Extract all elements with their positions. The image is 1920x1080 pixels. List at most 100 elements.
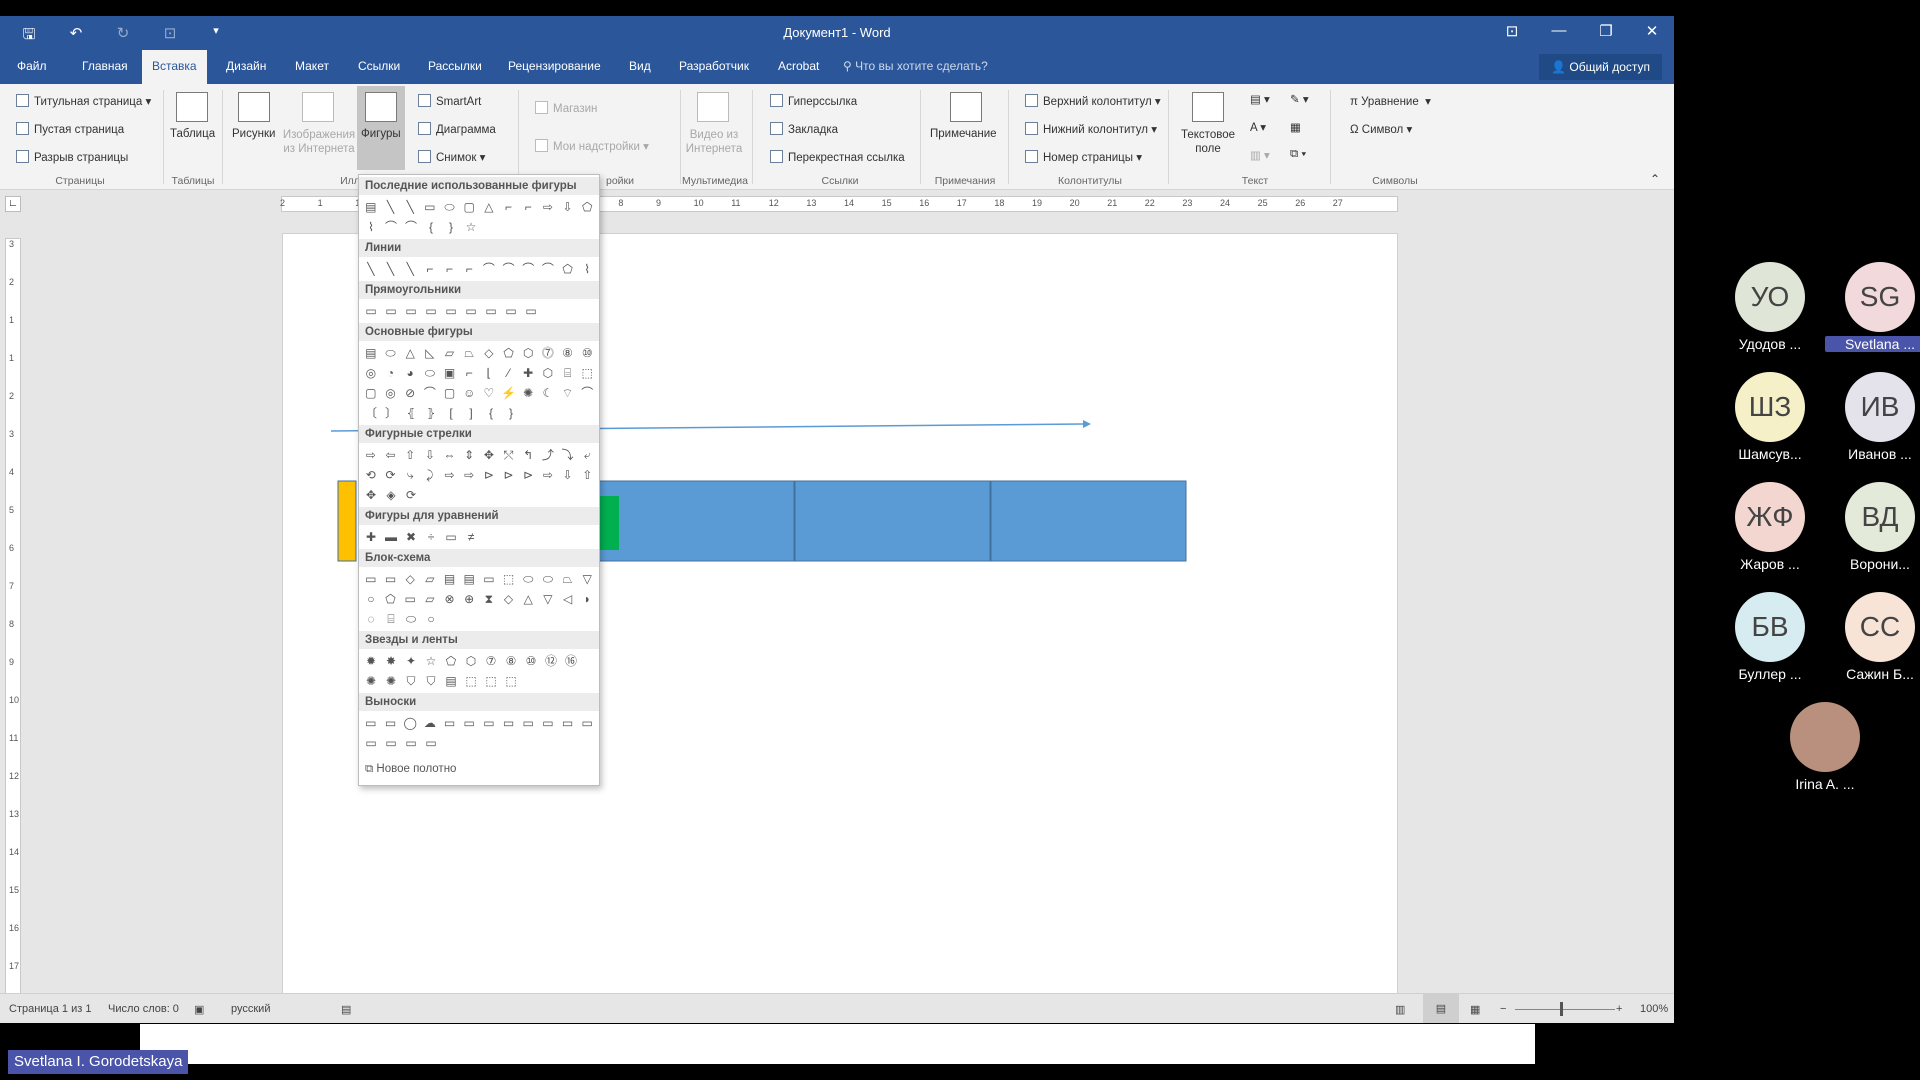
shape-option[interactable]: ✚ xyxy=(361,527,381,547)
shape-option[interactable]: ⌐ xyxy=(499,197,519,217)
tab-design[interactable]: Дизайн xyxy=(216,50,276,84)
smartart-button[interactable]: SmartArt xyxy=(418,94,481,108)
shape-option[interactable]: ⇨ xyxy=(459,465,479,485)
signature-line-icon[interactable]: ✎ ▾ xyxy=(1290,92,1309,106)
shape-option[interactable]: ▭ xyxy=(558,713,578,733)
shape-option[interactable]: ◔ xyxy=(381,363,401,383)
shape-option[interactable]: ▭ xyxy=(381,713,401,733)
date-time-icon[interactable]: ▦ xyxy=(1290,120,1301,134)
shape-option[interactable]: ◇ xyxy=(499,589,519,609)
shape-option[interactable]: ▤ xyxy=(459,569,479,589)
shape-option[interactable]: ⬠ xyxy=(441,651,461,671)
shape-option[interactable]: ✖ xyxy=(401,527,421,547)
shape-option[interactable]: ⌐ xyxy=(440,259,460,279)
shape-option[interactable]: ⬠ xyxy=(577,197,597,217)
shape-option[interactable]: ◎ xyxy=(361,363,381,383)
shape-option[interactable]: ⛉ xyxy=(421,671,441,691)
shape-option[interactable]: ▭ xyxy=(421,733,441,753)
shape-option[interactable]: ⊕ xyxy=(459,589,479,609)
online-video-button[interactable]: Видео из Интернета xyxy=(682,128,746,156)
tab-layout[interactable]: Макет xyxy=(285,50,339,84)
shape-option[interactable]: ⬚ xyxy=(577,363,597,383)
word-count[interactable]: Число слов: 0 xyxy=(108,1003,179,1015)
shape-option[interactable]: ⬭ xyxy=(440,197,460,217)
shape-option[interactable]: ▭ xyxy=(501,301,521,321)
shape-option[interactable]: ▣ xyxy=(440,363,460,383)
shape-option[interactable]: ▢ xyxy=(440,383,460,403)
shape-option[interactable]: } xyxy=(501,403,521,423)
proofing-icon[interactable]: ▣ xyxy=(194,1003,204,1016)
participant-tile[interactable]: ШЗ Шамсув... xyxy=(1715,372,1825,462)
shape-option[interactable]: ⬭ xyxy=(538,569,558,589)
shape-option[interactable]: ⊳ xyxy=(499,465,519,485)
shape-option[interactable]: ⇨ xyxy=(538,465,558,485)
shape-option[interactable]: ⑧ xyxy=(558,343,578,363)
minimize-icon[interactable]: — xyxy=(1544,22,1574,39)
shape-option[interactable]: 〕 xyxy=(381,403,401,423)
quick-parts-icon[interactable]: ▤ ▾ xyxy=(1250,92,1270,106)
zoom-out-icon[interactable]: − xyxy=(1500,1003,1506,1015)
shape-option[interactable]: ⬚ xyxy=(461,671,481,691)
shape-option[interactable]: ⇕ xyxy=(459,445,479,465)
shape-option[interactable]: ⬚ xyxy=(501,671,521,691)
tab-acrobat[interactable]: Acrobat xyxy=(768,50,829,84)
participant-tile[interactable]: ЖФ Жаров ... xyxy=(1715,482,1825,572)
shape-option[interactable]: ▽ xyxy=(538,589,558,609)
shape-option[interactable]: ◈ xyxy=(381,485,401,505)
shape-option[interactable]: ⏢ xyxy=(558,569,578,589)
pictures-button[interactable]: Рисунки xyxy=(232,128,275,140)
language-indicator[interactable]: русский xyxy=(231,1003,270,1015)
shape-option[interactable]: ⟲ xyxy=(361,465,381,485)
page-number-button[interactable]: Номер страницы ▾ xyxy=(1025,150,1142,164)
shape-option[interactable]: ⬭ xyxy=(401,609,421,629)
shape-option[interactable]: ⌐ xyxy=(459,259,479,279)
blue-rectangle[interactable] xyxy=(794,480,991,562)
shape-option[interactable]: ▭ xyxy=(441,301,461,321)
shape-option[interactable]: ⬭ xyxy=(518,569,538,589)
shape-option[interactable]: ⬡ xyxy=(538,363,558,383)
chart-button[interactable]: Диаграмма xyxy=(418,122,496,136)
shape-option[interactable]: ▭ xyxy=(361,301,381,321)
shape-option[interactable]: ◯ xyxy=(400,713,420,733)
zoom-slider-thumb[interactable] xyxy=(1560,1002,1563,1016)
tab-home[interactable]: Главная xyxy=(72,50,138,84)
bookmark-button[interactable]: Закладка xyxy=(770,122,838,136)
web-layout-icon[interactable]: ▦ xyxy=(1470,1003,1480,1016)
shape-option[interactable]: ▭ xyxy=(459,713,479,733)
tab-developer[interactable]: Разработчик xyxy=(669,50,759,84)
shape-option[interactable]: ⤷ xyxy=(400,465,420,485)
shape-option[interactable]: ⬠ xyxy=(499,343,519,363)
equation-button[interactable]: π Уравнение ▾ xyxy=(1350,94,1431,108)
hyperlink-button[interactable]: Гиперссылка xyxy=(770,94,857,108)
shape-option[interactable]: ✥ xyxy=(479,445,499,465)
shape-option[interactable]: ▤ xyxy=(361,197,381,217)
shape-option[interactable]: ▭ xyxy=(420,197,440,217)
shapes-gallery-menu[interactable]: Последние использованные фигуры ▤ ╲ ╲ ▭ ⬭ ▢ △ ⌐ ⌐… xyxy=(358,174,600,786)
symbol-button[interactable]: Ω Символ ▾ xyxy=(1350,122,1412,136)
shape-option[interactable]: ◎ xyxy=(381,383,401,403)
shape-option[interactable]: ▭ xyxy=(521,301,541,321)
shape-option[interactable]: ⤲ xyxy=(499,445,519,465)
shape-option[interactable]: ⇦ xyxy=(381,445,401,465)
shape-option[interactable]: ✺ xyxy=(361,671,381,691)
participant-tile[interactable]: БВ Буллер ... xyxy=(1715,592,1825,682)
store-button[interactable]: Магазин xyxy=(535,101,597,115)
tab-selector[interactable]: ∟ xyxy=(5,196,21,212)
shape-option[interactable]: ╲ xyxy=(400,259,420,279)
shape-option[interactable]: ⑯ xyxy=(561,651,581,671)
shape-option[interactable]: ⌒ xyxy=(499,259,519,279)
shape-option[interactable]: ⬡ xyxy=(461,651,481,671)
shape-option[interactable]: ⁄ xyxy=(499,363,519,383)
shape-option[interactable]: ⌒ xyxy=(538,259,558,279)
shape-option[interactable]: ⬭ xyxy=(381,343,401,363)
shape-option[interactable]: ⤸ xyxy=(420,465,440,485)
shape-option[interactable]: ⌐ xyxy=(518,197,538,217)
ribbon-display-options-icon[interactable]: ⊡ xyxy=(1497,22,1527,40)
shape-option[interactable]: ⇨ xyxy=(361,445,381,465)
shape-option[interactable]: ☆ xyxy=(421,651,441,671)
shape-option[interactable]: ⌸ xyxy=(558,363,578,383)
shape-option[interactable]: ⟳ xyxy=(381,465,401,485)
shape-option[interactable]: ⑧ xyxy=(501,651,521,671)
shape-option[interactable]: ▭ xyxy=(440,713,460,733)
shapes-button[interactable]: Фигуры xyxy=(357,86,405,170)
